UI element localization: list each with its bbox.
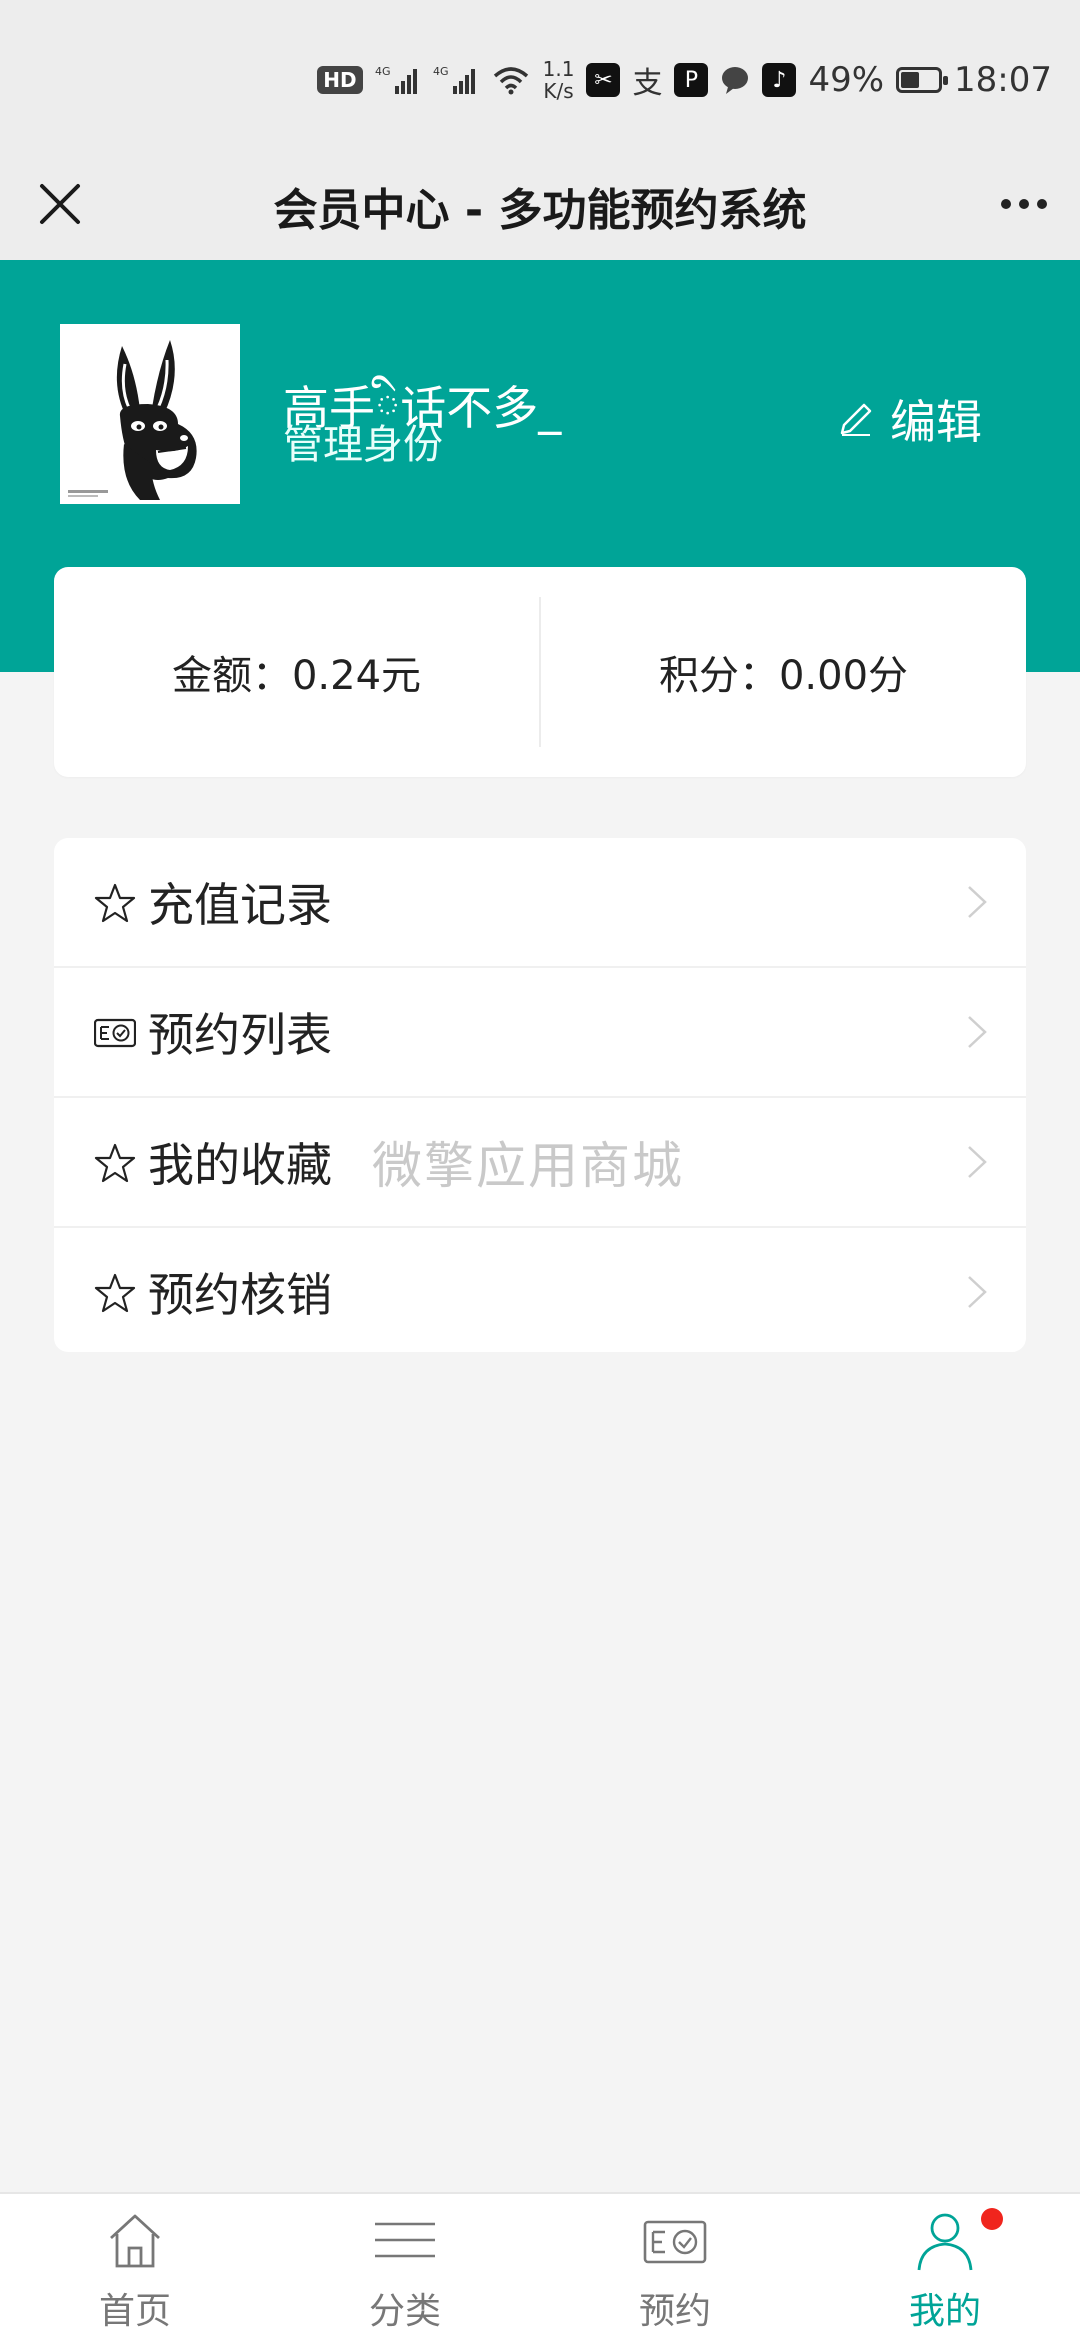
- page-title: 会员中心 - 多功能预约系统: [273, 185, 807, 236]
- battery-icon: [896, 67, 949, 93]
- menu-item-booking-list[interactable]: 预约列表: [54, 968, 1026, 1098]
- nav-category[interactable]: 分类: [270, 2194, 540, 2342]
- stats-card: 金额：0.24元 积分：0.00分: [54, 567, 1026, 777]
- points-stat[interactable]: 积分：0.00分: [541, 643, 1026, 701]
- menu-item-label: 预约核销: [148, 1268, 332, 1322]
- status-icons: HD 4G 4G 1.1 K/s ✂ 支 P ♪ 49% 18:07: [317, 52, 1052, 108]
- nav-label: 首页: [98, 2291, 171, 2332]
- chevron-right-icon: [968, 1146, 987, 1178]
- nav-label: 我的: [908, 2291, 981, 2332]
- battery-percent: 49%: [808, 60, 885, 100]
- bottom-nav: 首页 分类 预约 我的: [0, 2192, 1080, 2342]
- star-icon: [94, 883, 136, 923]
- donkey-avatar-image: [60, 324, 240, 504]
- nav-booking[interactable]: 预约: [540, 2194, 810, 2342]
- chevron-right-icon: [968, 1276, 987, 1308]
- wifi-icon: [491, 64, 531, 96]
- edit-profile-button[interactable]: 编辑: [836, 386, 982, 452]
- signal-label-1: 4G: [375, 65, 391, 78]
- watermark-text: 微擎应用商城: [372, 1137, 684, 1195]
- edit-label: 编辑: [890, 395, 982, 449]
- more-options-button[interactable]: [992, 172, 1056, 236]
- star-icon: [94, 1143, 136, 1183]
- chevron-right-icon: [968, 886, 987, 918]
- signal-icon: 4G: [375, 64, 421, 96]
- nav-mine[interactable]: 我的: [810, 2194, 1080, 2342]
- ticket-check-icon: [94, 1018, 136, 1048]
- capcut-icon: ✂: [586, 63, 621, 97]
- ticket-check-icon: [643, 2220, 707, 2264]
- menu-item-booking-verification[interactable]: 预约核销: [54, 1228, 1026, 1352]
- clock: 18:07: [954, 60, 1052, 100]
- menu-lines-icon: [375, 2222, 435, 2258]
- menu-item-label: 我的收藏: [148, 1138, 332, 1192]
- menu-item-label: 预约列表: [148, 1008, 332, 1062]
- tiktok-icon: ♪: [762, 63, 797, 97]
- title-bar: 会员中心 - 多功能预约系统: [0, 150, 1080, 260]
- hd-badge: HD: [317, 66, 363, 94]
- signal-label-2: 4G: [433, 65, 449, 78]
- star-icon: [94, 1273, 136, 1313]
- more-dot: [1037, 199, 1047, 209]
- status-bar: HD 4G 4G 1.1 K/s ✂ 支 P ♪ 49% 18:07: [0, 0, 1080, 150]
- nav-label: 预约: [638, 2291, 711, 2332]
- pencil-icon: [840, 403, 872, 436]
- pinduoduo-icon: P: [674, 63, 709, 97]
- battery-fill: [901, 72, 920, 88]
- balance-stat[interactable]: 金额：0.24元: [54, 643, 539, 701]
- net-speed-unit: K/s: [543, 79, 574, 103]
- nav-home[interactable]: 首页: [0, 2194, 270, 2342]
- net-speed: 1.1 K/s: [543, 58, 575, 102]
- menu-item-label: 充值记录: [148, 878, 332, 932]
- user-icon: [917, 2213, 973, 2271]
- user-role: 管理身份: [283, 422, 443, 468]
- avatar[interactable]: [60, 324, 240, 504]
- more-dot: [1019, 199, 1029, 209]
- notification-dot: [981, 2208, 1003, 2230]
- menu-item-my-favorites[interactable]: 我的收藏 微擎应用商城: [54, 1098, 1026, 1228]
- more-dot: [1001, 199, 1011, 209]
- menu-item-recharge-records[interactable]: 充值记录: [54, 838, 1026, 968]
- signal-icon-2: 4G: [433, 64, 479, 96]
- home-icon: [110, 2214, 160, 2268]
- menu-card: 充值记录 预约列表 我的收藏 微擎应用商城 预约核销: [54, 838, 1026, 1352]
- alipay-icon: 支: [632, 66, 663, 101]
- nav-label: 分类: [368, 2291, 441, 2332]
- chevron-right-icon: [968, 1016, 987, 1048]
- chat-bubble-icon: [720, 65, 750, 95]
- net-speed-value: 1.1: [542, 57, 575, 81]
